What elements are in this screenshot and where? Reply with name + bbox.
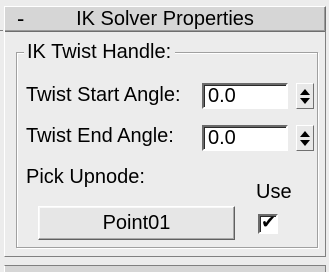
group-title: IK Twist Handle: — [24, 40, 176, 64]
twist-start-angle-spinner-icon[interactable] — [296, 83, 314, 109]
rollout-header[interactable]: - IK Solver Properties — [4, 6, 326, 32]
spinner-down-arrow-icon[interactable] — [300, 98, 310, 104]
spinner-up-arrow-icon[interactable] — [300, 89, 310, 95]
ik-solver-properties-panel: - IK Solver Properties IK Twist Handle: … — [0, 0, 329, 272]
twist-start-angle-value: 0.0 — [208, 85, 236, 107]
pick-upnode-label: Pick Upnode: — [26, 166, 145, 188]
rollout-title: IK Solver Properties — [76, 8, 254, 30]
twist-end-angle-spinner-icon[interactable] — [296, 125, 314, 151]
panel-edge-tick — [0, 30, 3, 31]
twist-end-angle-field[interactable]: 0.0 — [202, 125, 288, 151]
pick-upnode-button[interactable]: Point01 — [38, 206, 235, 240]
next-rollout-header[interactable] — [4, 265, 326, 272]
use-upnode-checkbox[interactable]: ✔ — [258, 212, 278, 234]
twist-end-angle-label: Twist End Angle: — [26, 125, 174, 147]
spinner-up-arrow-icon[interactable] — [300, 131, 310, 137]
twist-end-angle-value: 0.0 — [208, 127, 236, 149]
use-label: Use — [256, 181, 292, 203]
checkmark-icon: ✔ — [261, 212, 277, 232]
twist-start-angle-label: Twist Start Angle: — [26, 84, 181, 106]
twist-start-angle-field[interactable]: 0.0 — [202, 83, 288, 109]
spinner-down-arrow-icon[interactable] — [300, 140, 310, 146]
